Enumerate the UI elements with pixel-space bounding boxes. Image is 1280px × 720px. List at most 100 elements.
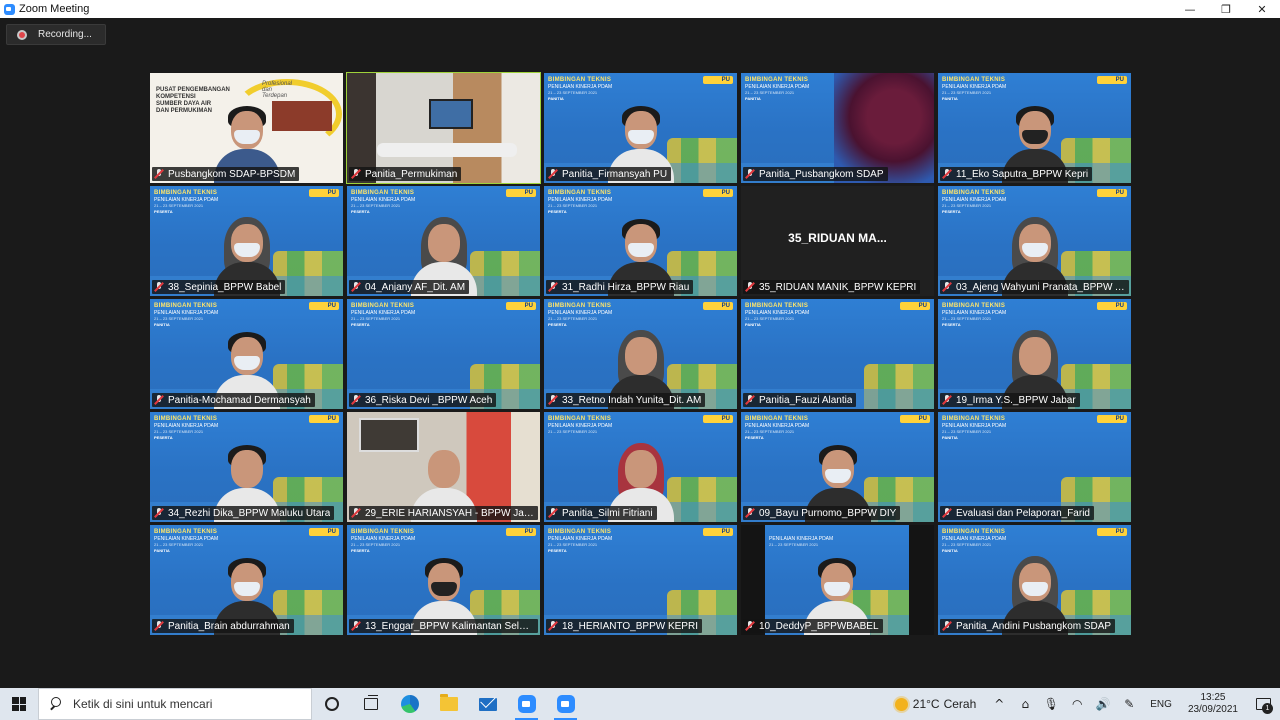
video-tile[interactable]: BIMBINGAN TEKNIS PENILAIAN KINERJA PDAM …: [938, 186, 1131, 296]
participant-name-tag: 31_Radhi Hirza_BPPW Riau: [546, 280, 694, 294]
mic-muted-icon: [154, 169, 164, 179]
minimize-button[interactable]: —: [1172, 0, 1208, 18]
chevron-up-icon[interactable]: ^: [986, 688, 1012, 720]
participant-name: 09_Bayu Purnomo_BPPW DIY: [759, 507, 897, 519]
banner-dates: 21 – 23 SEPTEMBER 2021: [154, 316, 204, 321]
room-table: [377, 143, 517, 157]
search-placeholder: Ketik di sini untuk mencari: [73, 697, 213, 711]
video-tile[interactable]: BIMBINGAN TEKNIS PENILAIAN KINERJA PDAM …: [741, 299, 934, 409]
participant-name-tag: 19_Irma Y.S._BPPW Jabar: [940, 393, 1080, 407]
window-titlebar: Zoom Meeting — ❐ ✕: [0, 0, 1280, 18]
video-tile-camera-off[interactable]: 35_RIDUAN MA... 35_RIDUAN MANIK_BPPW KEP…: [741, 186, 934, 296]
video-tile[interactable]: BIMBINGAN TEKNIS PENILAIAN KINERJA PDAM …: [938, 299, 1131, 409]
task-view-button[interactable]: [351, 688, 390, 720]
folder-icon: [439, 694, 458, 711]
microphone-icon[interactable]: 🎙: [1038, 688, 1064, 720]
wifi-icon[interactable]: ◠: [1064, 688, 1090, 720]
video-tile[interactable]: 29_ERIE HARIANSYAH - BPPW Jabar: [347, 412, 540, 522]
video-tile[interactable]: BIMBINGAN TEKNIS PENILAIAN KINERJA PDAM …: [544, 186, 737, 296]
weather-widget[interactable]: 21°C Cerah: [894, 697, 977, 711]
participant-name: 10_DeddyP_BPPWBABEL: [759, 620, 879, 632]
zoom-meeting-taskbar-button[interactable]: [546, 688, 585, 720]
participant-name-tag: Panitia_Andini Pusbangkom SDAP: [940, 619, 1116, 633]
participant-name: Panitia_Pusbangkom SDAP: [759, 168, 884, 180]
video-tile[interactable]: BIMBINGAN TEKNIS PENILAIAN KINERJA PDAM …: [347, 186, 540, 296]
participant-name: 04_Anjany AF_Dit. AM: [365, 281, 466, 293]
banner-title: BIMBINGAN TEKNIS: [548, 190, 612, 196]
participant-name-tag: Panitia_Brain abdurrahman: [152, 619, 294, 633]
banner-role: PANITIA: [154, 548, 170, 553]
video-tile[interactable]: BIMBINGAN TEKNIS PENILAIAN KINERJA PDAM …: [150, 186, 343, 296]
banner-role: PESERTA: [154, 435, 173, 440]
banner-dates: 21 – 23 SEPTEMBER 2021: [351, 542, 401, 547]
video-tile[interactable]: BIMBINGAN TEKNIS PENILAIAN KINERJA PDAM …: [347, 525, 540, 635]
video-tile[interactable]: BIMBINGAN TEKNIS PENILAIAN KINERJA PDAM …: [741, 412, 934, 522]
mail-taskbar-button[interactable]: [468, 688, 507, 720]
participant-name-tag: 38_Sepinia_BPPW Babel: [152, 280, 286, 294]
participant-name: 19_Irma Y.S._BPPW Jabar: [956, 394, 1076, 406]
video-tile[interactable]: BIMBINGAN TEKNIS PENILAIAN KINERJA PDAM …: [544, 299, 737, 409]
video-tile[interactable]: BIMBINGAN TEKNIS PENILAIAN KINERJA PDAM …: [741, 73, 934, 183]
pen-icon[interactable]: ✎: [1116, 688, 1142, 720]
video-tile[interactable]: PUSAT PENGEMBANGAN KOMPETENSI SUMBER DAY…: [150, 73, 343, 183]
video-tile[interactable]: BIMBINGAN TEKNIS PENILAIAN KINERJA PDAM …: [544, 73, 737, 183]
video-tile[interactable]: BIMBINGAN TEKNIS PENILAIAN KINERJA PDAM …: [150, 412, 343, 522]
banner-title: BIMBINGAN TEKNIS: [745, 77, 809, 83]
video-tile-active-speaker[interactable]: Panitia_Permukiman: [346, 72, 541, 184]
banner-role: PESERTA: [548, 322, 567, 327]
participant-name: Evaluasi dan Pelaporan_Farid: [956, 507, 1090, 519]
volume-icon[interactable]: 🔊: [1090, 688, 1116, 720]
banner-title: BIMBINGAN TEKNIS: [351, 529, 415, 535]
banner-dates: 21 – 23 SEPTEMBER 2021: [548, 203, 598, 208]
notification-count: 1: [1262, 703, 1273, 714]
participant-name-tag: Panitia_Fauzi Alantia: [743, 393, 857, 407]
video-tile[interactable]: BIMBINGAN TEKNIS PENILAIAN KINERJA PDAM …: [150, 299, 343, 409]
participant-name: Panitia_Firmansyah PU: [562, 168, 668, 180]
taskbar-clock[interactable]: 13:25 23/09/2021: [1188, 692, 1238, 716]
pu-logo: PU: [1097, 189, 1127, 197]
mic-muted-icon: [548, 508, 558, 518]
pu-logo: PU: [1097, 415, 1127, 423]
recording-indicator[interactable]: Recording...: [6, 24, 106, 45]
banner-dates: 21 – 23 SEPTEMBER 2021: [351, 203, 401, 208]
video-tile[interactable]: BIMBINGAN TEKNIS PENILAIAN KINERJA PDAM …: [938, 73, 1131, 183]
cortana-button[interactable]: [312, 688, 351, 720]
weather-condition: Cerah: [943, 697, 977, 711]
close-button[interactable]: ✕: [1244, 0, 1280, 18]
pu-logo: PU: [1097, 302, 1127, 310]
video-tile[interactable]: BIMBINGAN TEKNIS PENILAIAN KINERJA PDAM …: [938, 412, 1131, 522]
video-tile[interactable]: PENILAIAN KINERJA PDAM 21 – 23 SEPTEMBER…: [741, 525, 934, 635]
input-language[interactable]: ENG: [1150, 699, 1172, 710]
face: [427, 450, 460, 488]
banner-dates: 21 – 23 SEPTEMBER 2021: [351, 316, 401, 321]
banner-title: BIMBINGAN TEKNIS: [942, 416, 1006, 422]
video-tile[interactable]: BIMBINGAN TEKNIS PENILAIAN KINERJA PDAM …: [347, 299, 540, 409]
banner-dates: 21 – 23 SEPTEMBER 2021: [548, 316, 598, 321]
pu-logo: PU: [900, 415, 930, 423]
pu-logo: PU: [1097, 76, 1127, 84]
maximize-button[interactable]: ❐: [1208, 0, 1244, 18]
mic-muted-icon: [548, 621, 558, 631]
face-mask: [627, 130, 654, 144]
notification-center-button[interactable]: 1: [1246, 688, 1280, 720]
edge-taskbar-button[interactable]: [390, 688, 429, 720]
banner-title: BIMBINGAN TEKNIS: [154, 416, 218, 422]
video-tile[interactable]: BIMBINGAN TEKNIS PENILAIAN KINERJA PDAM …: [938, 525, 1131, 635]
participant-name: Panitia_Fauzi Alantia: [759, 394, 853, 406]
pu-logo: PU: [506, 189, 536, 197]
window-controls: — ❐ ✕: [1172, 0, 1280, 18]
video-tile[interactable]: BIMBINGAN TEKNIS PENILAIAN KINERJA PDAM …: [544, 525, 737, 635]
face-mask: [824, 582, 850, 596]
video-tile[interactable]: BIMBINGAN TEKNIS PENILAIAN KINERJA PDAM …: [150, 525, 343, 635]
file-explorer-taskbar-button[interactable]: [429, 688, 468, 720]
network-icon[interactable]: ⌂: [1012, 688, 1038, 720]
face-mask: [233, 356, 260, 370]
zoom-taskbar-button[interactable]: [507, 688, 546, 720]
task-view-icon: [363, 695, 378, 710]
video-tile[interactable]: BIMBINGAN TEKNIS PENILAIAN KINERJA PDAM …: [544, 412, 737, 522]
face: [1018, 337, 1051, 375]
mic-muted-icon: [745, 508, 755, 518]
banner-title: BIMBINGAN TEKNIS: [548, 303, 612, 309]
start-button[interactable]: [0, 688, 38, 720]
taskbar-search-box[interactable]: Ketik di sini untuk mencari: [38, 688, 312, 720]
